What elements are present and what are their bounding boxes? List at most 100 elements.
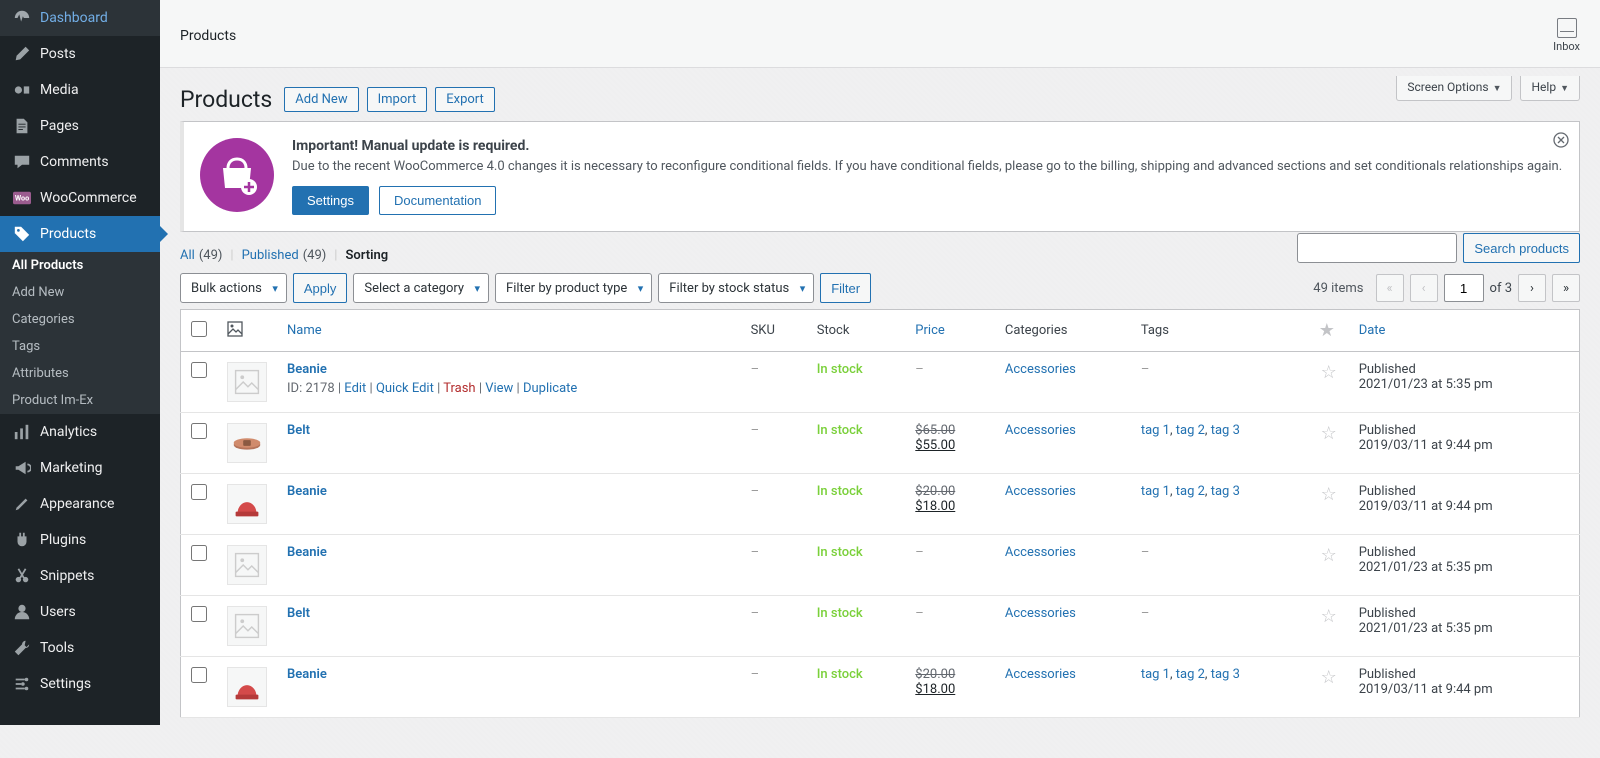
category-link[interactable]: Accessories: [1005, 545, 1076, 560]
row-checkbox[interactable]: [191, 606, 207, 622]
marketing-icon: [12, 458, 32, 478]
filter-published[interactable]: Published: [242, 248, 299, 263]
tag-link[interactable]: tag 3: [1211, 484, 1240, 499]
row-checkbox[interactable]: [191, 423, 207, 439]
submenu-item-all-products[interactable]: All Products: [0, 252, 160, 279]
submenu-item-add-new[interactable]: Add New: [0, 279, 160, 306]
filter-sorting[interactable]: Sorting: [345, 248, 388, 263]
add-new-button[interactable]: Add New: [284, 87, 358, 112]
dismiss-notice-button[interactable]: [1553, 132, 1569, 152]
category-link[interactable]: Accessories: [1005, 362, 1076, 377]
sidebar-item-marketing[interactable]: Marketing: [0, 450, 160, 486]
filter-button[interactable]: Filter: [820, 273, 871, 303]
settings-button[interactable]: Settings: [292, 186, 369, 215]
sidebar-item-plugins[interactable]: Plugins: [0, 522, 160, 558]
product-name-link[interactable]: Beanie: [287, 667, 327, 682]
product-thumbnail[interactable]: [227, 362, 267, 402]
sidebar-item-posts[interactable]: Posts: [0, 36, 160, 72]
inbox-button[interactable]: Inbox: [1553, 18, 1580, 53]
last-page-button[interactable]: »: [1552, 274, 1580, 302]
bulk-actions-select[interactable]: Bulk actions: [180, 273, 287, 303]
next-page-button[interactable]: ›: [1518, 274, 1546, 302]
featured-toggle[interactable]: ☆: [1321, 362, 1337, 383]
product-name-link[interactable]: Belt: [287, 606, 310, 621]
submenu-item-tags[interactable]: Tags: [0, 333, 160, 360]
screen-options-button[interactable]: Screen Options▼: [1396, 76, 1512, 101]
category-link[interactable]: Accessories: [1005, 423, 1076, 438]
search-input[interactable]: [1297, 233, 1457, 263]
import-button[interactable]: Import: [367, 87, 428, 112]
sidebar-item-tools[interactable]: Tools: [0, 630, 160, 666]
product-name-link[interactable]: Beanie: [287, 362, 327, 377]
shopping-bag-plus-icon: [216, 154, 258, 196]
documentation-button[interactable]: Documentation: [379, 186, 496, 215]
sidebar-item-analytics[interactable]: Analytics: [0, 414, 160, 450]
prev-page-button[interactable]: ‹: [1410, 274, 1438, 302]
first-page-button[interactable]: «: [1376, 274, 1404, 302]
stock-status-filter-select[interactable]: Filter by stock status: [658, 273, 814, 303]
category-link[interactable]: Accessories: [1005, 667, 1076, 682]
featured-toggle[interactable]: ☆: [1321, 484, 1337, 505]
sidebar-item-woocommerce[interactable]: WooWooCommerce: [0, 180, 160, 216]
featured-toggle[interactable]: ☆: [1321, 423, 1337, 444]
date-cell: Published2021/01/23 at 5:35 pm: [1349, 535, 1580, 596]
tag-link[interactable]: tag 3: [1211, 423, 1240, 438]
submenu-item-product-im-ex[interactable]: Product Im-Ex: [0, 387, 160, 414]
row-checkbox[interactable]: [191, 667, 207, 683]
col-date[interactable]: Date: [1359, 323, 1386, 338]
product-thumbnail[interactable]: [227, 484, 267, 524]
row-action-duplicate[interactable]: Duplicate: [523, 381, 577, 396]
sku-value: –: [751, 667, 760, 682]
sidebar-item-users[interactable]: Users: [0, 594, 160, 630]
product-name-link[interactable]: Beanie: [287, 484, 327, 499]
sidebar-item-snippets[interactable]: Snippets: [0, 558, 160, 594]
help-button[interactable]: Help▼: [1520, 76, 1580, 101]
filter-all[interactable]: All: [180, 248, 195, 263]
submenu-item-attributes[interactable]: Attributes: [0, 360, 160, 387]
tag-link[interactable]: tag 1: [1141, 423, 1170, 438]
select-all-checkbox[interactable]: [191, 321, 207, 337]
tag-link[interactable]: tag 3: [1211, 667, 1240, 682]
featured-toggle[interactable]: ☆: [1321, 606, 1337, 627]
product-thumbnail[interactable]: [227, 606, 267, 646]
product-thumbnail[interactable]: [227, 423, 267, 463]
sidebar-item-media[interactable]: Media: [0, 72, 160, 108]
image-column-icon: [227, 326, 243, 341]
category-filter-select[interactable]: Select a category: [353, 273, 489, 303]
row-action-edit[interactable]: Edit: [344, 381, 366, 396]
page-input[interactable]: [1444, 274, 1484, 302]
product-thumbnail[interactable]: [227, 545, 267, 585]
tag-link[interactable]: tag 1: [1141, 667, 1170, 682]
row-action-view[interactable]: View: [485, 381, 513, 396]
tag-link[interactable]: tag 2: [1176, 423, 1205, 438]
sidebar-item-comments[interactable]: Comments: [0, 144, 160, 180]
tag-link[interactable]: tag 2: [1176, 484, 1205, 499]
featured-toggle[interactable]: ☆: [1321, 667, 1337, 688]
row-checkbox[interactable]: [191, 545, 207, 561]
col-name[interactable]: Name: [287, 323, 322, 338]
col-price[interactable]: Price: [915, 323, 944, 338]
apply-button[interactable]: Apply: [293, 273, 348, 303]
sidebar-item-settings[interactable]: Settings: [0, 666, 160, 702]
sidebar-item-products[interactable]: Products: [0, 216, 160, 252]
page-of-label: of 3: [1490, 281, 1512, 296]
product-name-link[interactable]: Beanie: [287, 545, 327, 560]
product-thumbnail[interactable]: [227, 667, 267, 707]
featured-toggle[interactable]: ☆: [1321, 545, 1337, 566]
category-link[interactable]: Accessories: [1005, 606, 1076, 621]
export-button[interactable]: Export: [435, 87, 495, 112]
sidebar-item-appearance[interactable]: Appearance: [0, 486, 160, 522]
sidebar-item-pages[interactable]: Pages: [0, 108, 160, 144]
sidebar-item-dashboard[interactable]: Dashboard: [0, 0, 160, 36]
product-name-link[interactable]: Belt: [287, 423, 310, 438]
submenu-item-categories[interactable]: Categories: [0, 306, 160, 333]
tag-link[interactable]: tag 1: [1141, 484, 1170, 499]
row-action-quick-edit[interactable]: Quick Edit: [376, 381, 434, 396]
category-link[interactable]: Accessories: [1005, 484, 1076, 499]
row-checkbox[interactable]: [191, 484, 207, 500]
product-type-filter-select[interactable]: Filter by product type: [495, 273, 652, 303]
row-checkbox[interactable]: [191, 362, 207, 378]
row-action-trash[interactable]: Trash: [443, 381, 475, 396]
search-products-button[interactable]: Search products: [1463, 233, 1580, 263]
tag-link[interactable]: tag 2: [1176, 667, 1205, 682]
